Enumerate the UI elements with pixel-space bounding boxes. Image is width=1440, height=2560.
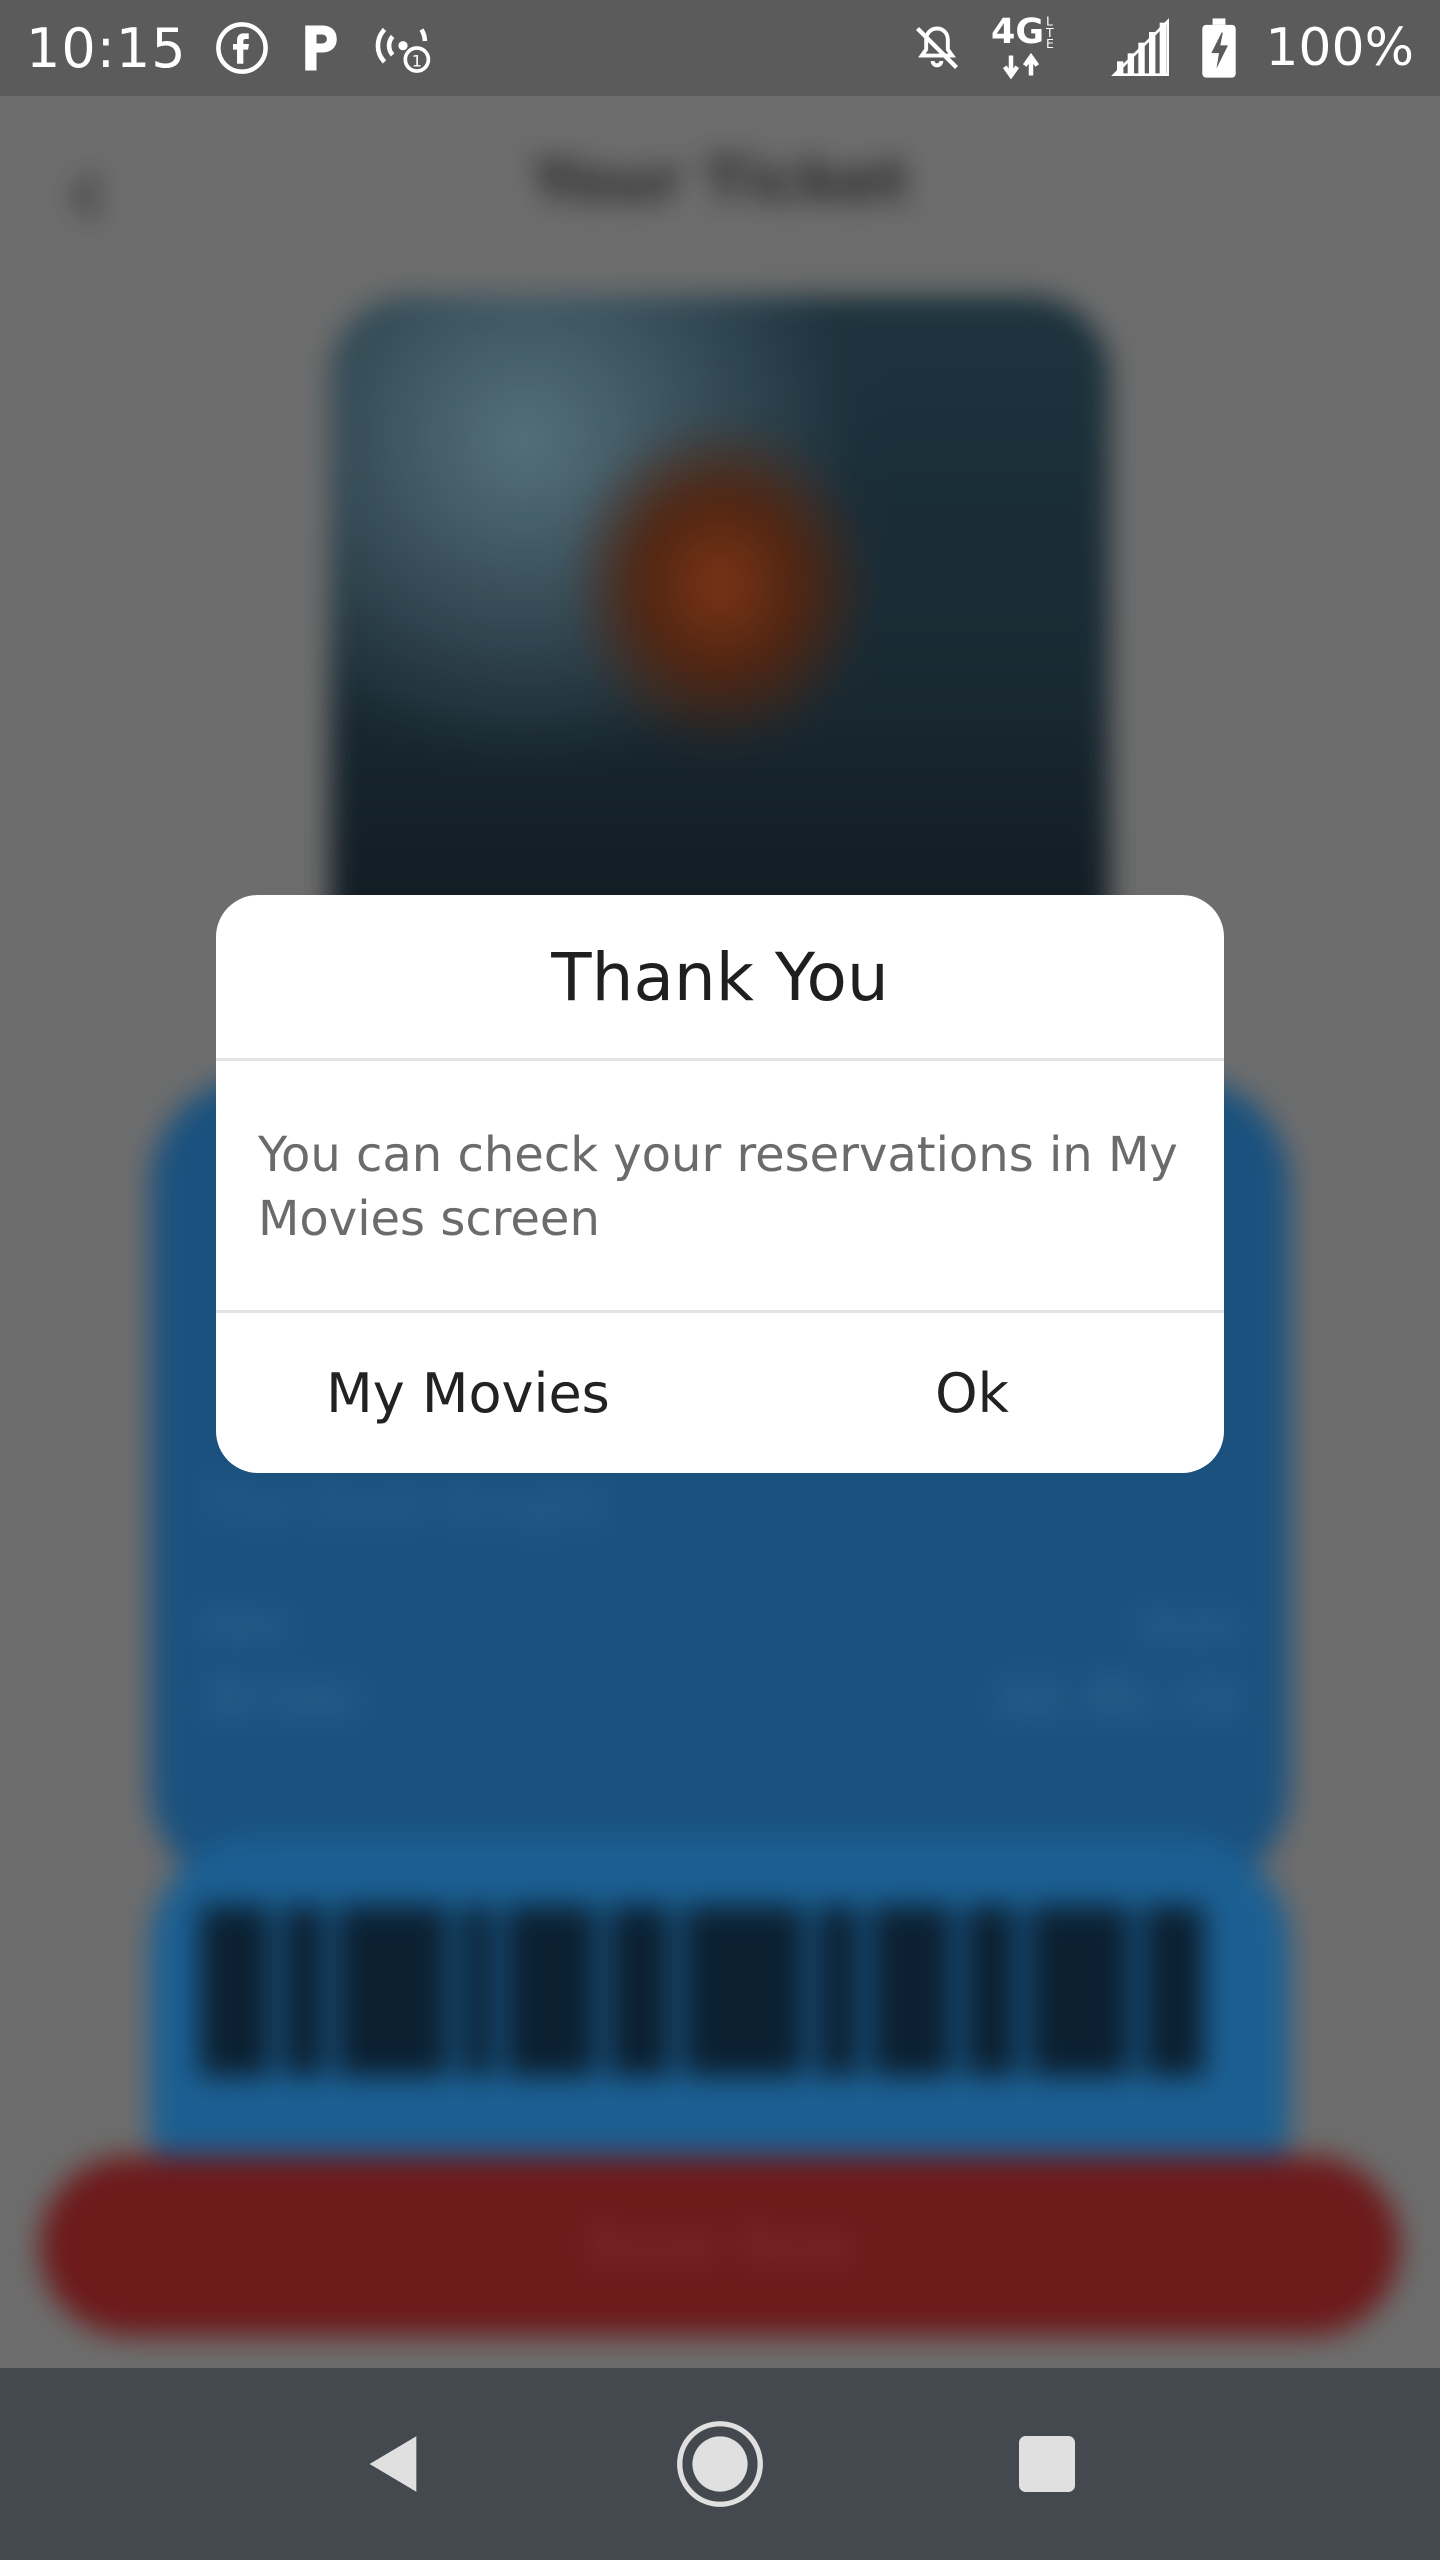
svg-text:4G: 4G [991, 12, 1044, 52]
do-not-disturb-bell-icon [911, 21, 963, 75]
parking-icon [297, 21, 345, 75]
4g-lte-icon: 4G L T E [991, 10, 1081, 86]
ok-button[interactable]: Ok [720, 1313, 1224, 1473]
svg-text:1: 1 [411, 51, 421, 70]
hotspot-icon: 1 [373, 20, 433, 76]
signal-icon [1109, 18, 1173, 78]
thank-you-dialog: Thank You You can check your reservation… [216, 895, 1224, 1473]
status-bar: 10:15 1 4G L T E 100% [0, 0, 1440, 96]
recents-square-icon[interactable] [987, 2404, 1107, 2524]
navigation-bar [0, 2368, 1440, 2560]
facebook-icon [215, 21, 269, 75]
dialog-message: You can check your reservations in My Mo… [216, 1061, 1224, 1313]
home-circle-icon[interactable] [660, 2404, 780, 2524]
battery-percentage: 100% [1265, 18, 1414, 78]
my-movies-button[interactable]: My Movies [216, 1313, 720, 1473]
dialog-actions: My Movies Ok [216, 1313, 1224, 1473]
dialog-title: Thank You [216, 895, 1224, 1061]
battery-charging-icon [1201, 17, 1237, 79]
status-time: 10:15 [26, 16, 187, 80]
back-triangle-icon[interactable] [333, 2404, 453, 2524]
svg-text:E: E [1046, 36, 1054, 51]
screen: Your Ticket The Dark Knight Date 30 Dec … [0, 0, 1440, 2560]
